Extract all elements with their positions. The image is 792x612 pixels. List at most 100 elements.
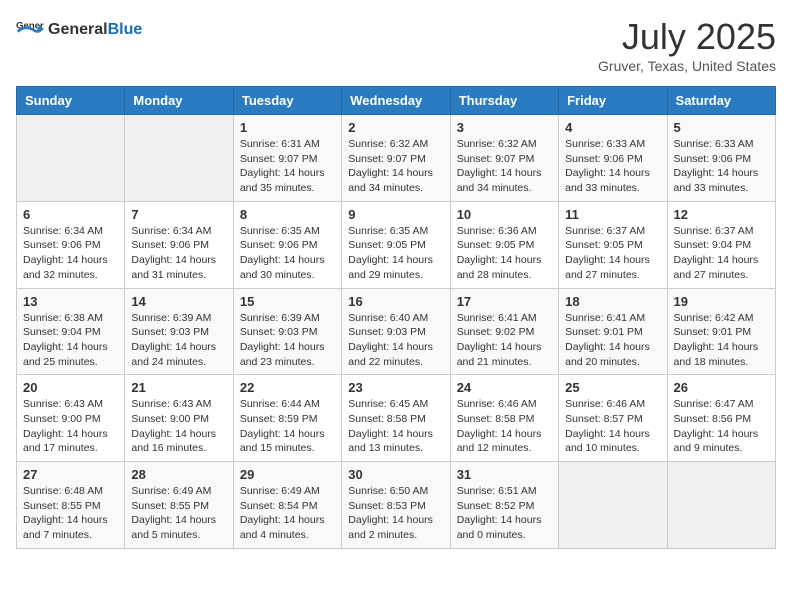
day-header-friday: Friday xyxy=(559,87,667,115)
cell-content: Sunrise: 6:35 AM Sunset: 9:06 PM Dayligh… xyxy=(240,224,335,283)
day-number: 27 xyxy=(23,467,118,482)
day-number: 21 xyxy=(131,380,226,395)
calendar-cell: 24 Sunrise: 6:46 AM Sunset: 8:58 PM Dayli… xyxy=(450,375,558,462)
cell-content: Sunrise: 6:47 AM Sunset: 8:56 PM Dayligh… xyxy=(674,397,769,456)
cell-content: Sunrise: 6:34 AM Sunset: 9:06 PM Dayligh… xyxy=(23,224,118,283)
cell-content: Sunrise: 6:31 AM Sunset: 9:07 PM Dayligh… xyxy=(240,137,335,196)
cell-content: Sunrise: 6:32 AM Sunset: 9:07 PM Dayligh… xyxy=(457,137,552,196)
cell-content: Sunrise: 6:36 AM Sunset: 9:05 PM Dayligh… xyxy=(457,224,552,283)
calendar-cell: 22 Sunrise: 6:44 AM Sunset: 8:59 PM Dayli… xyxy=(233,375,341,462)
calendar-cell: 28 Sunrise: 6:49 AM Sunset: 8:55 PM Dayli… xyxy=(125,462,233,549)
cell-content: Sunrise: 6:39 AM Sunset: 9:03 PM Dayligh… xyxy=(240,311,335,370)
calendar-cell: 16Sunrise: 6:40 AM Sunset: 9:03 PM Dayli… xyxy=(342,288,450,375)
day-number: 12 xyxy=(674,207,769,222)
day-number: 3 xyxy=(457,120,552,135)
calendar-week-row: 20 Sunrise: 6:43 AM Sunset: 9:00 PM Dayli… xyxy=(17,375,776,462)
day-number: 10 xyxy=(457,207,552,222)
cell-content: Sunrise: 6:45 AM Sunset: 8:58 PM Dayligh… xyxy=(348,397,443,456)
cell-content: Sunrise: 6:38 AM Sunset: 9:04 PM Dayligh… xyxy=(23,311,118,370)
calendar-cell: 12 Sunrise: 6:37 AM Sunset: 9:04 PM Dayli… xyxy=(667,201,775,288)
day-header-thursday: Thursday xyxy=(450,87,558,115)
cell-content: Sunrise: 6:44 AM Sunset: 8:59 PM Dayligh… xyxy=(240,397,335,456)
day-number: 22 xyxy=(240,380,335,395)
day-number: 29 xyxy=(240,467,335,482)
calendar-cell: 11 Sunrise: 6:37 AM Sunset: 9:05 PM Dayli… xyxy=(559,201,667,288)
calendar-cell: 13Sunrise: 6:38 AM Sunset: 9:04 PM Dayli… xyxy=(17,288,125,375)
day-number: 20 xyxy=(23,380,118,395)
calendar-cell: 10 Sunrise: 6:36 AM Sunset: 9:05 PM Dayli… xyxy=(450,201,558,288)
cell-content: Sunrise: 6:32 AM Sunset: 9:07 PM Dayligh… xyxy=(348,137,443,196)
calendar-table: SundayMondayTuesdayWednesdayThursdayFrid… xyxy=(16,86,776,549)
cell-content: Sunrise: 6:41 AM Sunset: 9:01 PM Dayligh… xyxy=(565,311,660,370)
cell-content: Sunrise: 6:46 AM Sunset: 8:57 PM Dayligh… xyxy=(565,397,660,456)
day-number: 18 xyxy=(565,294,660,309)
day-number: 1 xyxy=(240,120,335,135)
calendar-cell: 5 Sunrise: 6:33 AM Sunset: 9:06 PM Daylig… xyxy=(667,115,775,202)
calendar-cell: 26 Sunrise: 6:47 AM Sunset: 8:56 PM Dayli… xyxy=(667,375,775,462)
day-number: 11 xyxy=(565,207,660,222)
day-header-monday: Monday xyxy=(125,87,233,115)
calendar-cell: 9Sunrise: 6:35 AM Sunset: 9:05 PM Daylig… xyxy=(342,201,450,288)
calendar-cell: 29 Sunrise: 6:49 AM Sunset: 8:54 PM Dayli… xyxy=(233,462,341,549)
logo-icon: General xyxy=(16,16,44,44)
calendar-cell: 18 Sunrise: 6:41 AM Sunset: 9:01 PM Dayli… xyxy=(559,288,667,375)
cell-content: Sunrise: 6:41 AM Sunset: 9:02 PM Dayligh… xyxy=(457,311,552,370)
cell-content: Sunrise: 6:34 AM Sunset: 9:06 PM Dayligh… xyxy=(131,224,226,283)
day-number: 26 xyxy=(674,380,769,395)
title-block: July 2025 Gruver, Texas, United States xyxy=(598,16,776,74)
cell-content: Sunrise: 6:50 AM Sunset: 8:53 PM Dayligh… xyxy=(348,484,443,543)
cell-content: Sunrise: 6:43 AM Sunset: 9:00 PM Dayligh… xyxy=(131,397,226,456)
day-number: 6 xyxy=(23,207,118,222)
cell-content: Sunrise: 6:51 AM Sunset: 8:52 PM Dayligh… xyxy=(457,484,552,543)
day-number: 31 xyxy=(457,467,552,482)
day-header-saturday: Saturday xyxy=(667,87,775,115)
day-number: 19 xyxy=(674,294,769,309)
cell-content: Sunrise: 6:49 AM Sunset: 8:54 PM Dayligh… xyxy=(240,484,335,543)
calendar-week-row: 13Sunrise: 6:38 AM Sunset: 9:04 PM Dayli… xyxy=(17,288,776,375)
cell-content: Sunrise: 6:33 AM Sunset: 9:06 PM Dayligh… xyxy=(674,137,769,196)
calendar-cell: 23Sunrise: 6:45 AM Sunset: 8:58 PM Dayli… xyxy=(342,375,450,462)
calendar-cell: 20 Sunrise: 6:43 AM Sunset: 9:00 PM Dayli… xyxy=(17,375,125,462)
month-title: July 2025 xyxy=(598,16,776,58)
cell-content: Sunrise: 6:39 AM Sunset: 9:03 PM Dayligh… xyxy=(131,311,226,370)
cell-content: Sunrise: 6:37 AM Sunset: 9:05 PM Dayligh… xyxy=(565,224,660,283)
day-number: 8 xyxy=(240,207,335,222)
location: Gruver, Texas, United States xyxy=(598,58,776,74)
day-number: 16 xyxy=(348,294,443,309)
day-number: 4 xyxy=(565,120,660,135)
day-number: 5 xyxy=(674,120,769,135)
cell-content: Sunrise: 6:43 AM Sunset: 9:00 PM Dayligh… xyxy=(23,397,118,456)
calendar-cell: 4 Sunrise: 6:33 AM Sunset: 9:06 PM Daylig… xyxy=(559,115,667,202)
day-number: 28 xyxy=(131,467,226,482)
day-number: 7 xyxy=(131,207,226,222)
day-number: 24 xyxy=(457,380,552,395)
calendar-cell xyxy=(17,115,125,202)
cell-content: Sunrise: 6:49 AM Sunset: 8:55 PM Dayligh… xyxy=(131,484,226,543)
calendar-week-row: 27Sunrise: 6:48 AM Sunset: 8:55 PM Dayli… xyxy=(17,462,776,549)
calendar-header-row: SundayMondayTuesdayWednesdayThursdayFrid… xyxy=(17,87,776,115)
day-header-sunday: Sunday xyxy=(17,87,125,115)
calendar-cell: 2Sunrise: 6:32 AM Sunset: 9:07 PM Daylig… xyxy=(342,115,450,202)
logo: General GeneralBlue xyxy=(16,16,142,44)
day-number: 25 xyxy=(565,380,660,395)
calendar-week-row: 1 Sunrise: 6:31 AM Sunset: 9:07 PM Daylig… xyxy=(17,115,776,202)
day-number: 30 xyxy=(348,467,443,482)
calendar-cell: 15 Sunrise: 6:39 AM Sunset: 9:03 PM Dayli… xyxy=(233,288,341,375)
page-header: General GeneralBlue July 2025 Gruver, Te… xyxy=(16,16,776,74)
day-number: 15 xyxy=(240,294,335,309)
calendar-cell: 17 Sunrise: 6:41 AM Sunset: 9:02 PM Dayli… xyxy=(450,288,558,375)
cell-content: Sunrise: 6:33 AM Sunset: 9:06 PM Dayligh… xyxy=(565,137,660,196)
calendar-cell: 8 Sunrise: 6:35 AM Sunset: 9:06 PM Daylig… xyxy=(233,201,341,288)
calendar-cell: 6 Sunrise: 6:34 AM Sunset: 9:06 PM Daylig… xyxy=(17,201,125,288)
calendar-cell xyxy=(667,462,775,549)
calendar-cell: 25 Sunrise: 6:46 AM Sunset: 8:57 PM Dayli… xyxy=(559,375,667,462)
cell-content: Sunrise: 6:37 AM Sunset: 9:04 PM Dayligh… xyxy=(674,224,769,283)
cell-content: Sunrise: 6:42 AM Sunset: 9:01 PM Dayligh… xyxy=(674,311,769,370)
cell-content: Sunrise: 6:46 AM Sunset: 8:58 PM Dayligh… xyxy=(457,397,552,456)
calendar-cell: 1 Sunrise: 6:31 AM Sunset: 9:07 PM Daylig… xyxy=(233,115,341,202)
logo-general-text: General xyxy=(48,21,108,38)
calendar-cell xyxy=(559,462,667,549)
day-header-wednesday: Wednesday xyxy=(342,87,450,115)
day-number: 17 xyxy=(457,294,552,309)
day-number: 14 xyxy=(131,294,226,309)
